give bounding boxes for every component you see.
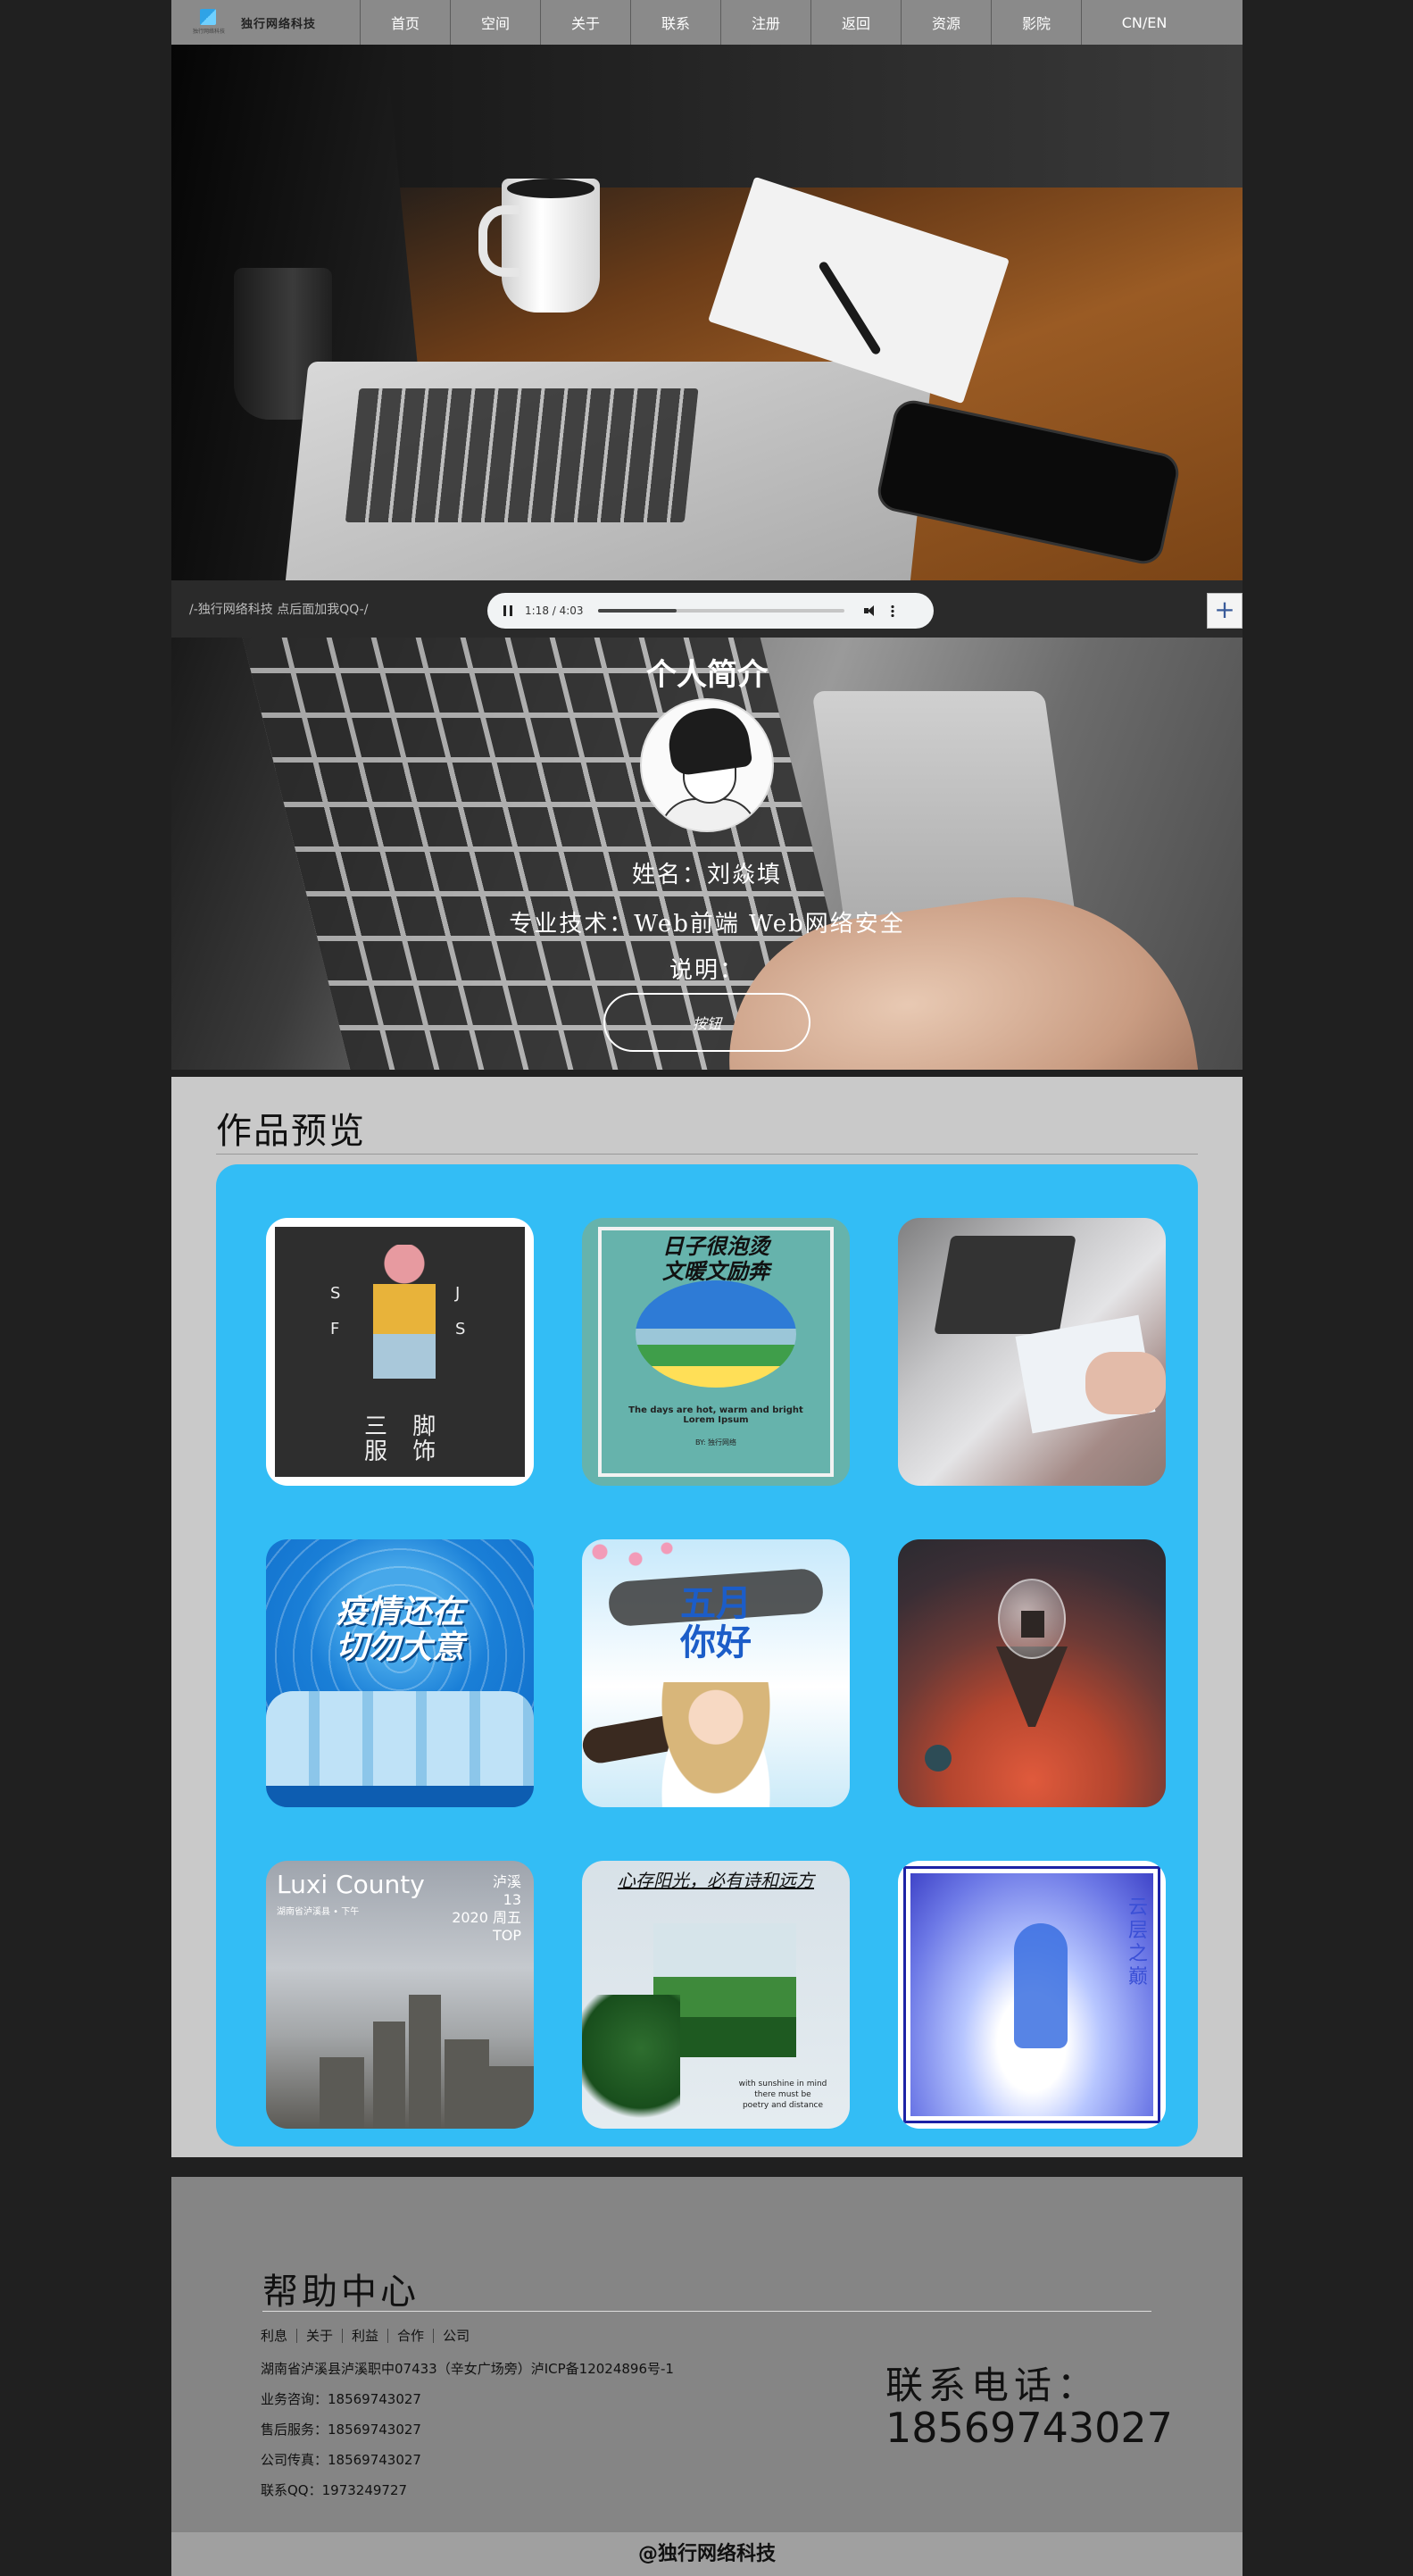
footer-links: 利息 关于 利益 合作 公司: [261, 2329, 478, 2343]
work-thumbnail-9[interactable]: 云层之巅: [898, 1861, 1166, 2129]
language-switch[interactable]: CN/EN: [1082, 0, 1207, 45]
footer-fax: 公司传真：18569743027: [261, 2452, 421, 2468]
nav-item-about[interactable]: 关于: [541, 0, 631, 45]
player-seek-bar[interactable]: [597, 609, 844, 613]
poster-byline: BY: 独行网络: [694, 1438, 737, 1446]
phone-number: 18569743027: [885, 2404, 1173, 2452]
profile-title: 个人简介: [646, 657, 768, 693]
poster-letter: S: [455, 1320, 466, 1338]
pause-icon[interactable]: [503, 605, 512, 616]
poster-subtitle: 湖南省泸溪县 • 下午: [277, 1907, 360, 1917]
poster-title: 疫情还在 切勿大意: [335, 1594, 464, 1666]
nav-item-resources[interactable]: 资源: [902, 0, 992, 45]
poster-subtitle: with sunshine in mind there must be poet…: [738, 2080, 827, 2110]
profile-section: 个人简介 姓名：刘焱填 专业技术：Web前端 Web网络安全 说明： 按钮: [171, 638, 1243, 1070]
footer-link-cooperation[interactable]: 合作: [388, 2329, 435, 2343]
work-thumbnail-4[interactable]: 疫情还在 切勿大意: [266, 1539, 534, 1807]
poster-title: 心存阳光，必有诗和远方: [618, 1870, 814, 1891]
brand[interactable]: 独行网络科技 独行网络科技: [171, 0, 361, 45]
brand-name: 独行网络科技: [241, 17, 317, 31]
page: 独行网络科技 独行网络科技 首页 空间 关于 联系 注册 返回 资源 影院 CN…: [171, 0, 1243, 2576]
poster-title: 云层之巅: [1128, 1897, 1149, 1988]
help-center-title: 帮助中心: [262, 2272, 420, 2313]
footer-link-company[interactable]: 公司: [434, 2329, 478, 2343]
phone-label: 联系电话：: [885, 2363, 1101, 2407]
divider: [171, 2157, 1243, 2177]
work-thumbnail-6[interactable]: [898, 1539, 1166, 1807]
brand-logo-text: 独行网络科技: [192, 29, 225, 35]
poster-title: 日子很泡烫 文暖文励奔: [662, 1234, 769, 1284]
poster-subtitle: The days are hot, warm and bright Lorem …: [628, 1405, 803, 1425]
nav-item-home[interactable]: 首页: [361, 0, 451, 45]
announcement-strip: /-独行网络科技 点后面加我QQ-/ 1:18 / 4:03 +: [171, 580, 1243, 638]
nav-item-space[interactable]: 空间: [451, 0, 541, 45]
works-section: 作品预览 S J F S 三 脚 服 饰 日子很泡烫 文暖文励奔 The day…: [171, 1077, 1243, 2157]
poster-title: 五月 你好: [680, 1582, 752, 1663]
footer-business: 业务咨询：18569743027: [261, 2391, 421, 2407]
copyright: @独行网络科技: [171, 2532, 1243, 2576]
poster-letter: S: [330, 1284, 341, 1303]
footer-after-sales: 售后服务：18569743027: [261, 2422, 421, 2438]
player-time: 1:18 / 4:03: [525, 604, 584, 617]
nav-item-cinema[interactable]: 影院: [992, 0, 1082, 45]
audio-player[interactable]: 1:18 / 4:03: [487, 593, 934, 629]
divider: [262, 2311, 1151, 2312]
works-gallery: S J F S 三 脚 服 饰 日子很泡烫 文暖文励奔 The days are…: [216, 1164, 1198, 2147]
work-thumbnail-1[interactable]: S J F S 三 脚 服 饰: [266, 1218, 534, 1486]
avatar: [640, 698, 774, 832]
player-seek-fill: [597, 609, 677, 613]
hero-image: [171, 45, 1243, 580]
work-thumbnail-2[interactable]: 日子很泡烫 文暖文励奔 The days are hot, warm and b…: [582, 1218, 850, 1486]
nav-item-back[interactable]: 返回: [811, 0, 902, 45]
footer: 帮助中心 利息 关于 利益 合作 公司 湖南省泸溪县泸溪职中07433（辛女广场…: [171, 2177, 1243, 2532]
divider: [216, 1154, 1198, 1155]
nav-item-contact[interactable]: 联系: [631, 0, 721, 45]
divider: [171, 1070, 1243, 1077]
nav-item-register[interactable]: 注册: [721, 0, 811, 45]
work-thumbnail-7[interactable]: Luxi County 湖南省泸溪县 • 下午 泸溪 13 2020 周五 TO…: [266, 1861, 534, 2129]
profile-skills: 专业技术：Web前端 Web网络安全: [509, 911, 905, 938]
works-title: 作品预览: [216, 1111, 366, 1152]
work-thumbnail-8[interactable]: 心存阳光，必有诗和远方 with sunshine in mind there …: [582, 1861, 850, 2129]
work-thumbnail-3[interactable]: [898, 1218, 1166, 1486]
profile-button[interactable]: 按钮: [603, 993, 810, 1052]
footer-address: 湖南省泸溪县泸溪职中07433（辛女广场旁）泸ICP备12024896号-1: [261, 2361, 674, 2377]
poster-title: 三 脚 服 饰: [364, 1413, 445, 1465]
footer-qq: 联系QQ：1973249727: [261, 2482, 408, 2498]
profile-name: 姓名：刘焱填: [631, 862, 782, 888]
more-options-icon[interactable]: [890, 604, 894, 617]
top-nav: 独行网络科技 独行网络科技 首页 空间 关于 联系 注册 返回 资源 影院 CN…: [171, 0, 1243, 45]
poster-letter: J: [455, 1284, 461, 1303]
plus-button[interactable]: +: [1207, 593, 1243, 629]
footer-link-benefit[interactable]: 利益: [343, 2329, 389, 2343]
profile-desc: 说明：: [669, 957, 744, 984]
brand-logo-icon: 独行网络科技: [189, 7, 229, 38]
work-thumbnail-5[interactable]: 五月 你好: [582, 1539, 850, 1807]
footer-link-interest[interactable]: 利息: [261, 2329, 298, 2343]
volume-icon[interactable]: [863, 604, 877, 617]
marquee-text: /-独行网络科技 点后面加我QQ-/: [189, 603, 369, 617]
footer-link-about[interactable]: 关于: [297, 2329, 344, 2343]
poster-title: Luxi County: [277, 1870, 425, 1899]
poster-letter: F: [330, 1320, 340, 1338]
poster-date: 泸溪 13 2020 周五 TOP: [452, 1873, 521, 1944]
